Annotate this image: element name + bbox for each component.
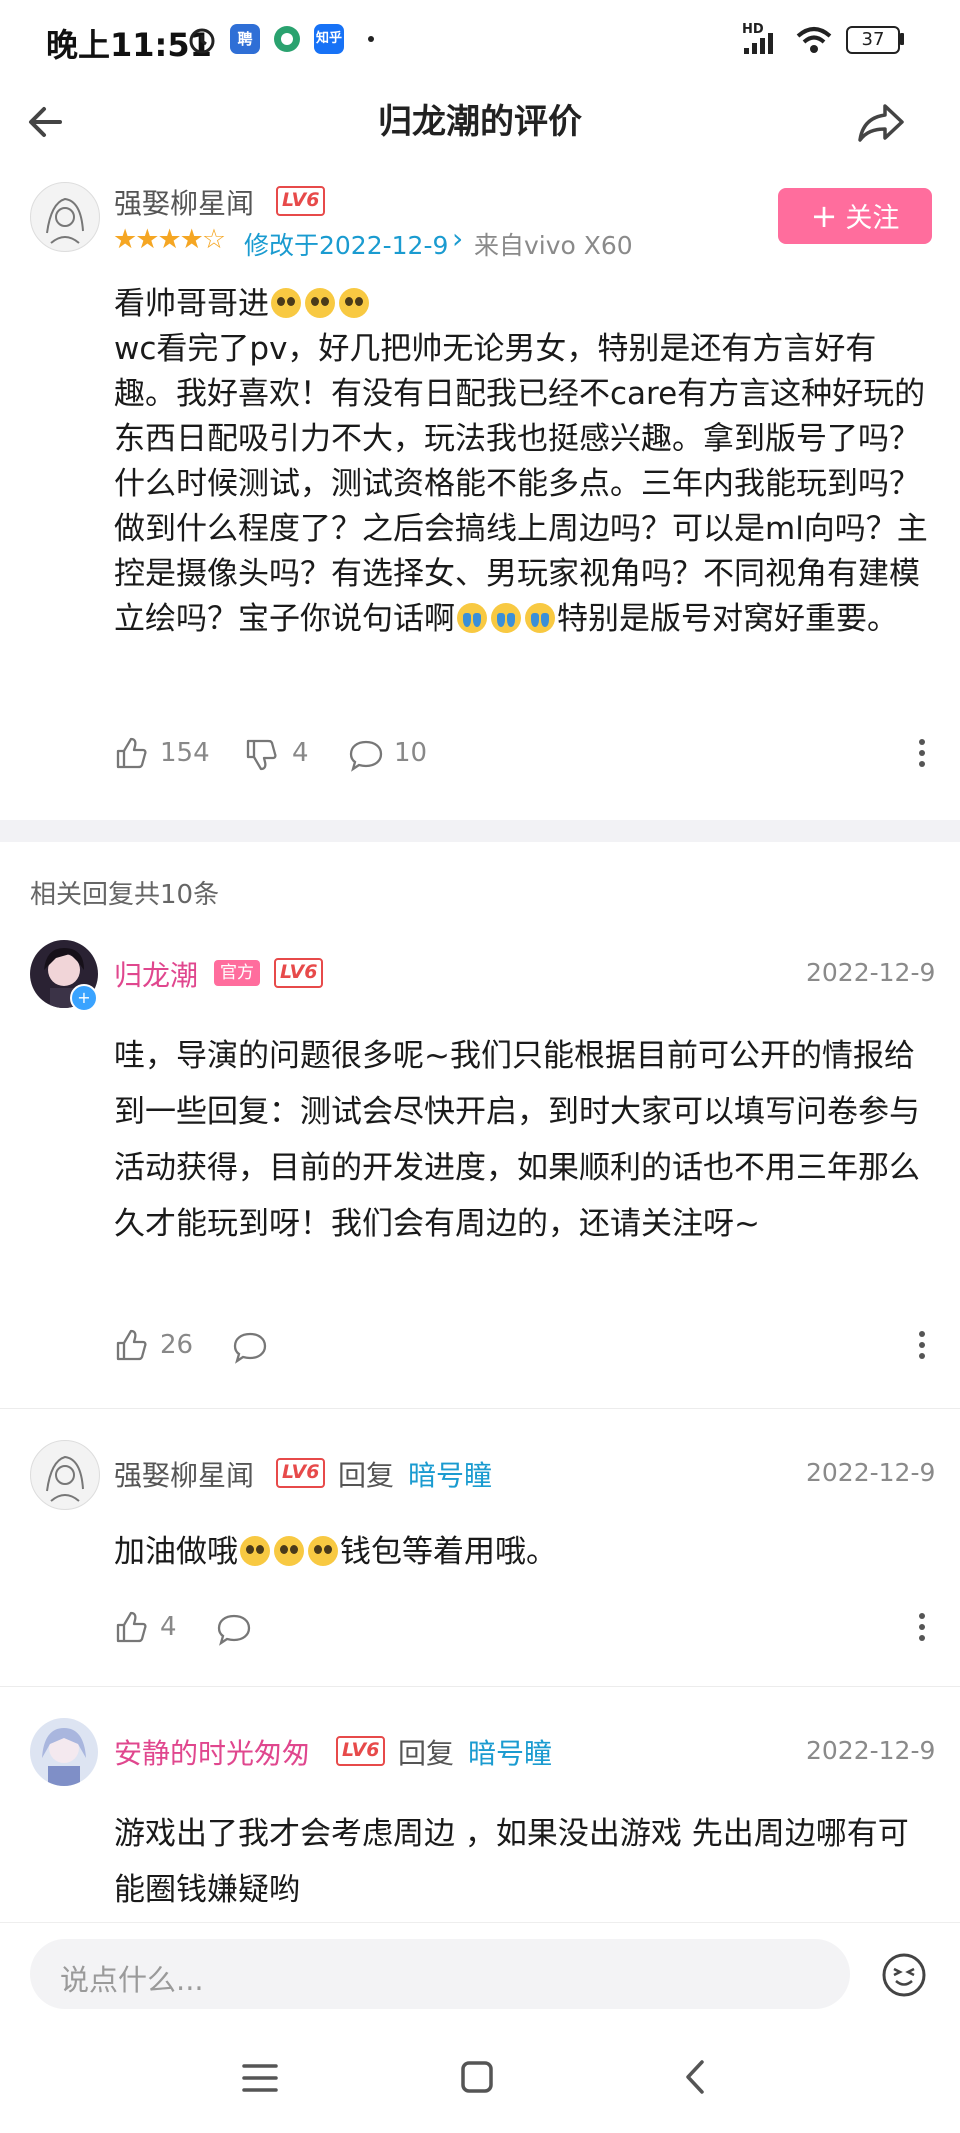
review-author[interactable]: 强娶柳星闻 xyxy=(114,182,254,222)
review-text: 看帅哥哥进 wc看完了pv，好几把帅无论男女，特别是还有方言好有趣。我好喜欢！有… xyxy=(114,282,934,642)
star-rating: ★★★★☆ xyxy=(113,224,226,255)
battery-level: 37 xyxy=(861,29,885,50)
reply-author[interactable]: 归龙潮 xyxy=(114,954,198,994)
reply-text: 加油做哦 钱包等着用哦。 xyxy=(114,1530,934,1575)
star-icon: ★ xyxy=(135,224,159,255)
back-icon[interactable] xyxy=(676,2058,714,2096)
reply-to-user[interactable]: 暗号瞳 xyxy=(468,1732,552,1772)
level-badge: LV6 xyxy=(274,958,324,988)
reply-item: + 归龙潮 官方 LV6 2022-12-9 哇，导演的问题很多呢~我们只能根据… xyxy=(0,930,960,1410)
notification-dot-icon xyxy=(368,36,374,42)
pleading-emoji-icon xyxy=(271,288,301,318)
like-count: 154 xyxy=(160,738,210,768)
comment-icon[interactable] xyxy=(232,1330,268,1364)
level-badge: LV6 xyxy=(276,1458,326,1488)
review-text-line1: 看帅哥哥进 xyxy=(114,286,269,322)
reply-item: 安静的时光匆匆 LV6 回复 暗号瞳 2022-12-9 游戏出了我才会考虑周边… xyxy=(0,1708,960,1928)
official-badge: 官方 xyxy=(214,960,260,986)
reply-word: 回复 xyxy=(338,1459,395,1492)
crying-emoji-icon xyxy=(457,603,487,633)
crying-emoji-icon xyxy=(491,603,521,633)
like-count: 26 xyxy=(160,1330,194,1360)
pleading-emoji-icon xyxy=(308,1536,338,1566)
signal-icon xyxy=(744,33,773,54)
home-icon[interactable] xyxy=(458,2058,496,2096)
comment-icon[interactable] xyxy=(216,1612,252,1646)
reply-text-b: 钱包等着用哦。 xyxy=(340,1534,557,1570)
pleading-emoji-icon xyxy=(339,288,369,318)
avatar[interactable] xyxy=(30,1440,100,1510)
follow-button[interactable]: + 关注 xyxy=(778,188,932,244)
divider xyxy=(0,1408,960,1409)
status-bar: 晚上11:51 聘 知乎 HD 37 xyxy=(0,0,960,82)
wifi-icon xyxy=(796,27,832,53)
reply-text: 游戏出了我才会考虑周边 ，如果没出游戏 先出周边哪有可能圈钱嫌疑哟 xyxy=(114,1816,909,1908)
divider xyxy=(0,1686,960,1687)
zhihu-app-icon: 知乎 xyxy=(314,24,344,54)
star-icon: ★ xyxy=(113,224,137,255)
reply-date: 2022-12-9 xyxy=(806,1458,936,1487)
avatar-character-icon xyxy=(42,1728,86,1786)
battery-icon: 37 xyxy=(846,26,900,54)
chevron-right-icon: › xyxy=(452,222,464,255)
share-icon[interactable] xyxy=(852,92,912,152)
comment-input-bar: 说点什么... xyxy=(0,1922,960,2027)
thumbs-down-icon[interactable] xyxy=(244,738,278,772)
replies-count-header: 相关回复共10条 xyxy=(30,880,220,910)
thumbs-up-icon[interactable] xyxy=(114,736,148,770)
system-nav-bar xyxy=(0,2026,960,2133)
review-text-tail: 特别是版号对窝好重要。 xyxy=(557,601,898,637)
star-icon: ★ xyxy=(157,224,181,255)
thumbs-up-icon[interactable] xyxy=(114,1328,148,1362)
pleading-emoji-icon xyxy=(240,1536,270,1566)
more-options-icon[interactable] xyxy=(916,734,928,778)
reply-word: 回复 xyxy=(398,1737,455,1770)
pleading-emoji-icon xyxy=(305,288,335,318)
verified-badge-icon: + xyxy=(70,984,98,1012)
page-title: 归龙潮的评价 xyxy=(378,102,582,142)
crying-emoji-icon xyxy=(525,603,555,633)
reply-text: 哇，导演的问题很多呢~我们只能根据目前可公开的情报给到一些回复：测试会尽快开启，… xyxy=(114,1038,920,1242)
reply-author[interactable]: 强娶柳星闻 xyxy=(114,1454,254,1494)
avatar[interactable] xyxy=(30,1718,98,1786)
reply-item: 强娶柳星闻 LV6 回复 暗号瞳 2022-12-9 加油做哦 钱包等着用哦。 4 xyxy=(0,1430,960,1680)
reply-date: 2022-12-9 xyxy=(806,958,936,987)
level-badge: LV6 xyxy=(336,1736,386,1766)
comment-icon[interactable] xyxy=(348,738,384,772)
dislike-count: 4 xyxy=(292,738,309,768)
plus-icon: + xyxy=(810,197,838,235)
avatar-sketch-icon xyxy=(46,197,84,244)
vpn-app-icon xyxy=(274,26,300,52)
like-count: 4 xyxy=(160,1612,177,1642)
section-divider xyxy=(0,820,960,842)
alarm-icon xyxy=(189,28,215,54)
star-empty-icon: ☆ xyxy=(201,224,226,255)
pleading-emoji-icon xyxy=(274,1536,304,1566)
more-options-icon[interactable] xyxy=(916,1326,928,1370)
avatar-sketch-icon xyxy=(46,1455,84,1502)
review-card: 强娶柳星闻 LV6 ★★★★☆ 修改于2022-12-9 › 来自vivo X6… xyxy=(0,160,960,820)
more-options-icon[interactable] xyxy=(916,1608,928,1652)
reply-date: 2022-12-9 xyxy=(806,1736,936,1765)
reply-author[interactable]: 安静的时光匆匆 xyxy=(114,1732,310,1772)
avatar[interactable] xyxy=(30,182,100,252)
thumbs-up-icon[interactable] xyxy=(114,1610,148,1644)
modified-date-link[interactable]: 修改于2022-12-9 xyxy=(244,226,448,262)
battery-tip xyxy=(900,33,904,45)
menu-icon[interactable] xyxy=(240,2060,280,2096)
comment-input-placeholder: 说点什么... xyxy=(60,1963,204,1997)
comment-count: 10 xyxy=(394,738,428,768)
level-badge: LV6 xyxy=(276,186,326,216)
comment-input[interactable]: 说点什么... xyxy=(30,1939,850,2009)
reply-to-user[interactable]: 暗号瞳 xyxy=(408,1454,492,1494)
reply-text-a: 加油做哦 xyxy=(114,1534,238,1570)
review-text-main: wc看完了pv，好几把帅无论男女，特别是还有方言好有趣。我好喜欢！有没有日配我已… xyxy=(114,331,928,637)
zhaopin-app-icon: 聘 xyxy=(230,24,260,54)
emoji-picker-icon[interactable] xyxy=(880,1951,928,1999)
device-label: 来自vivo X60 xyxy=(474,231,633,260)
follow-button-label: 关注 xyxy=(845,203,900,234)
star-icon: ★ xyxy=(179,224,204,255)
